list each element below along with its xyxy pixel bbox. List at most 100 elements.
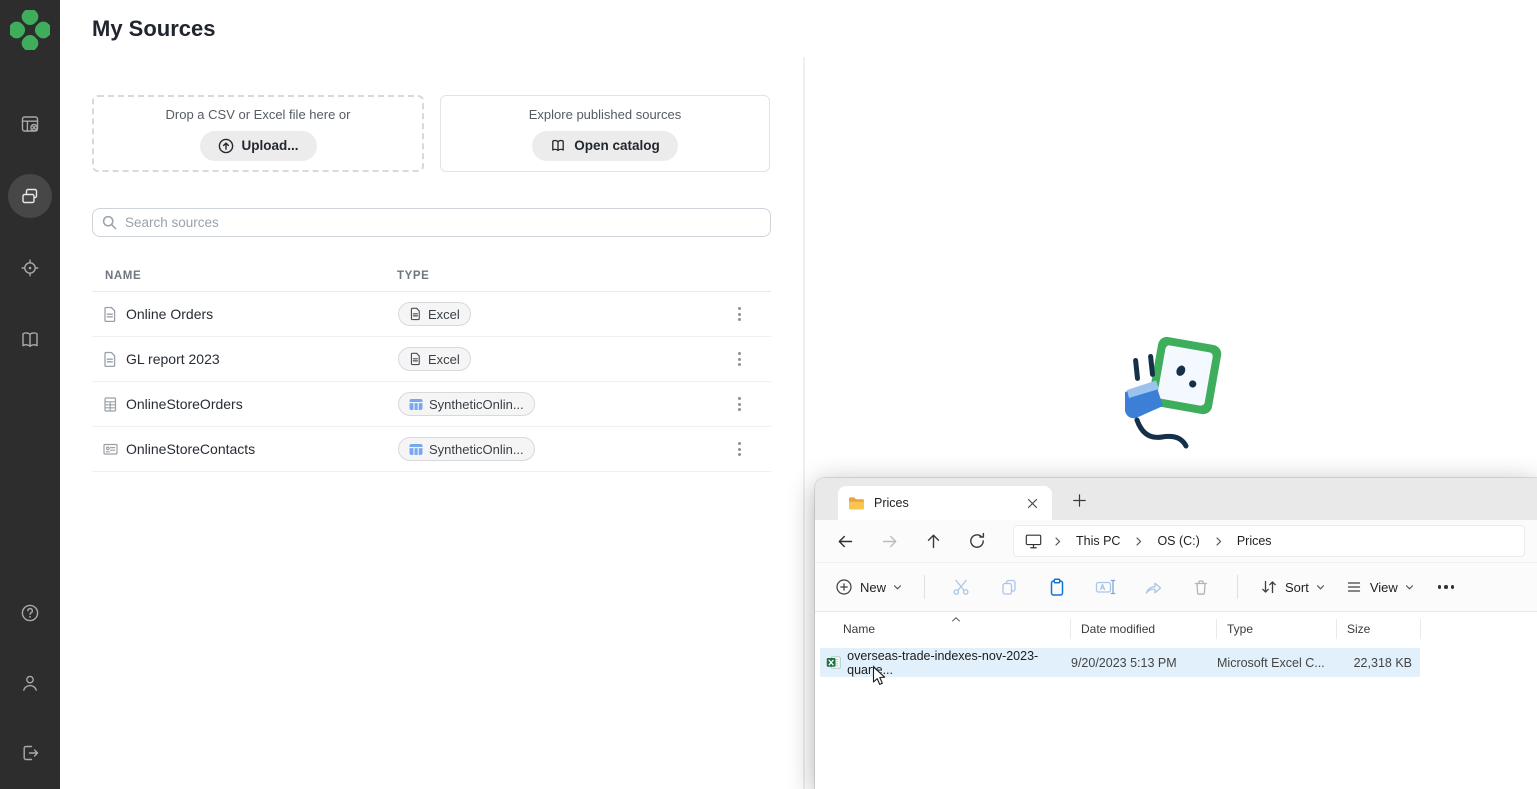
type-badge-label: SyntheticOnlin... [429, 442, 524, 457]
excel-doc-icon [409, 352, 422, 366]
new-button[interactable]: New [825, 570, 912, 604]
sidebar-item-lineage[interactable] [8, 246, 52, 290]
file-row-selected[interactable]: overseas-trade-indexes-nov-2023-quarte..… [820, 648, 1420, 677]
toolbar-divider [924, 575, 925, 599]
person-icon [19, 672, 41, 694]
explorer-address-row: This PC OS (C:) Prices [815, 520, 1537, 563]
my-sources-panel: My Sources Drop a CSV or Excel file here… [60, 0, 805, 789]
copy-icon[interactable] [997, 570, 1021, 604]
app-sidebar [0, 0, 60, 789]
paste-icon[interactable] [1045, 570, 1069, 604]
explorer-tab-prices[interactable]: Prices [838, 486, 1052, 520]
breadcrumb-prices[interactable]: Prices [1233, 532, 1276, 550]
book-icon [19, 329, 41, 351]
breadcrumb-this-pc[interactable]: This PC [1072, 532, 1124, 550]
dropzone-hint: Drop a CSV or Excel file here or [166, 107, 351, 122]
rename-icon[interactable] [1093, 570, 1117, 604]
source-name: OnlineStoreContacts [126, 441, 398, 457]
view-button[interactable]: View [1335, 570, 1424, 604]
upload-button[interactable]: Upload... [200, 131, 317, 161]
delete-icon[interactable] [1189, 570, 1213, 604]
chevron-down-icon [893, 584, 902, 591]
column-header-name[interactable]: NAME [92, 270, 397, 282]
type-badge: Excel [398, 302, 471, 326]
file-date-modified: 9/20/2023 5:13 PM [1071, 656, 1217, 670]
open-catalog-button[interactable]: Open catalog [532, 131, 678, 161]
excel-file-icon [826, 655, 841, 670]
crosshair-icon [19, 257, 41, 279]
file-explorer-window: Prices [815, 478, 1537, 789]
column-header-name[interactable]: Name [821, 619, 1071, 639]
row-menu-kebab-icon[interactable] [732, 393, 747, 415]
sidebar-item-catalog[interactable] [8, 318, 52, 362]
sidebar-item-account[interactable] [8, 661, 52, 705]
toolbar-divider [1237, 575, 1238, 599]
explorer-toolbar: New [815, 563, 1537, 612]
new-tab-icon[interactable] [1067, 488, 1091, 512]
tab-title: Prices [874, 496, 909, 510]
file-dropzone[interactable]: Drop a CSV or Excel file here or Upload.… [92, 95, 424, 172]
file-document-icon [92, 306, 126, 323]
refresh-icon[interactable] [955, 525, 999, 557]
chevron-right-icon [1053, 536, 1062, 547]
synthetic-table-icon [409, 398, 423, 411]
new-plus-icon [835, 578, 853, 596]
folder-icon [848, 496, 865, 511]
search-sources [92, 208, 771, 237]
file-size: 22,318 KB [1337, 656, 1416, 670]
sidebar-item-reports[interactable] [8, 102, 52, 146]
logout-icon [19, 742, 41, 764]
sidebar-item-logout[interactable] [8, 731, 52, 775]
sidebar-item-sources[interactable] [8, 174, 52, 218]
column-header-type[interactable]: TYPE [397, 270, 429, 282]
cut-icon[interactable] [949, 570, 973, 604]
source-row[interactable]: GL report 2023 Excel [92, 337, 771, 382]
contact-card-icon [92, 441, 126, 457]
catalog-hint: Explore published sources [529, 107, 681, 122]
chevron-right-icon [1214, 536, 1223, 547]
type-badge: SyntheticOnlin... [398, 392, 535, 416]
breadcrumb-os-c[interactable]: OS (C:) [1153, 532, 1203, 550]
source-row[interactable]: OnlineStoreContacts SyntheticOnlin... [92, 427, 771, 472]
type-badge: SyntheticOnlin... [398, 437, 535, 461]
sources-table-header: NAME TYPE [92, 261, 771, 292]
row-menu-kebab-icon[interactable] [732, 303, 747, 325]
row-menu-kebab-icon[interactable] [732, 348, 747, 370]
plug-socket-illustration [1111, 332, 1231, 472]
catalog-card: Explore published sources Open catalog [440, 95, 770, 172]
sort-ascending-caret-icon [951, 612, 961, 626]
up-icon[interactable] [911, 525, 955, 557]
share-icon[interactable] [1141, 570, 1165, 604]
column-header-size[interactable]: Size [1337, 619, 1421, 639]
sort-button[interactable]: Sort [1250, 570, 1335, 604]
upload-button-label: Upload... [242, 138, 299, 153]
back-icon[interactable] [823, 525, 867, 557]
sort-button-label: Sort [1285, 580, 1309, 595]
type-badge-label: Excel [428, 307, 460, 322]
chevron-down-icon [1405, 584, 1414, 591]
file-name: overseas-trade-indexes-nov-2023-quarte..… [847, 649, 1071, 677]
this-pc-icon [1024, 532, 1043, 550]
clover-logo [10, 10, 50, 50]
source-row[interactable]: OnlineStoreOrders SyntheticOnlin... [92, 382, 771, 427]
explorer-tab-bar: Prices [815, 478, 1537, 520]
page-title: My Sources [92, 16, 216, 42]
address-bar[interactable]: This PC OS (C:) Prices [1013, 525, 1525, 557]
column-header-date-modified[interactable]: Date modified [1071, 619, 1217, 639]
open-catalog-label: Open catalog [574, 138, 660, 153]
more-icon[interactable] [1438, 585, 1455, 589]
source-row[interactable]: Online Orders Excel [92, 292, 771, 337]
reports-icon [19, 113, 41, 135]
chevron-down-icon [1316, 584, 1325, 591]
view-list-icon [1345, 578, 1363, 596]
new-button-label: New [860, 580, 886, 595]
sources-icon [19, 185, 41, 207]
forward-icon[interactable] [867, 525, 911, 557]
file-document-icon [92, 351, 126, 368]
column-header-type[interactable]: Type [1217, 619, 1337, 639]
row-menu-kebab-icon[interactable] [732, 438, 747, 460]
sidebar-item-help[interactable] [8, 591, 52, 635]
file-type: Microsoft Excel C... [1217, 656, 1337, 670]
search-input[interactable] [92, 208, 771, 237]
tab-close-icon[interactable] [1022, 493, 1042, 513]
